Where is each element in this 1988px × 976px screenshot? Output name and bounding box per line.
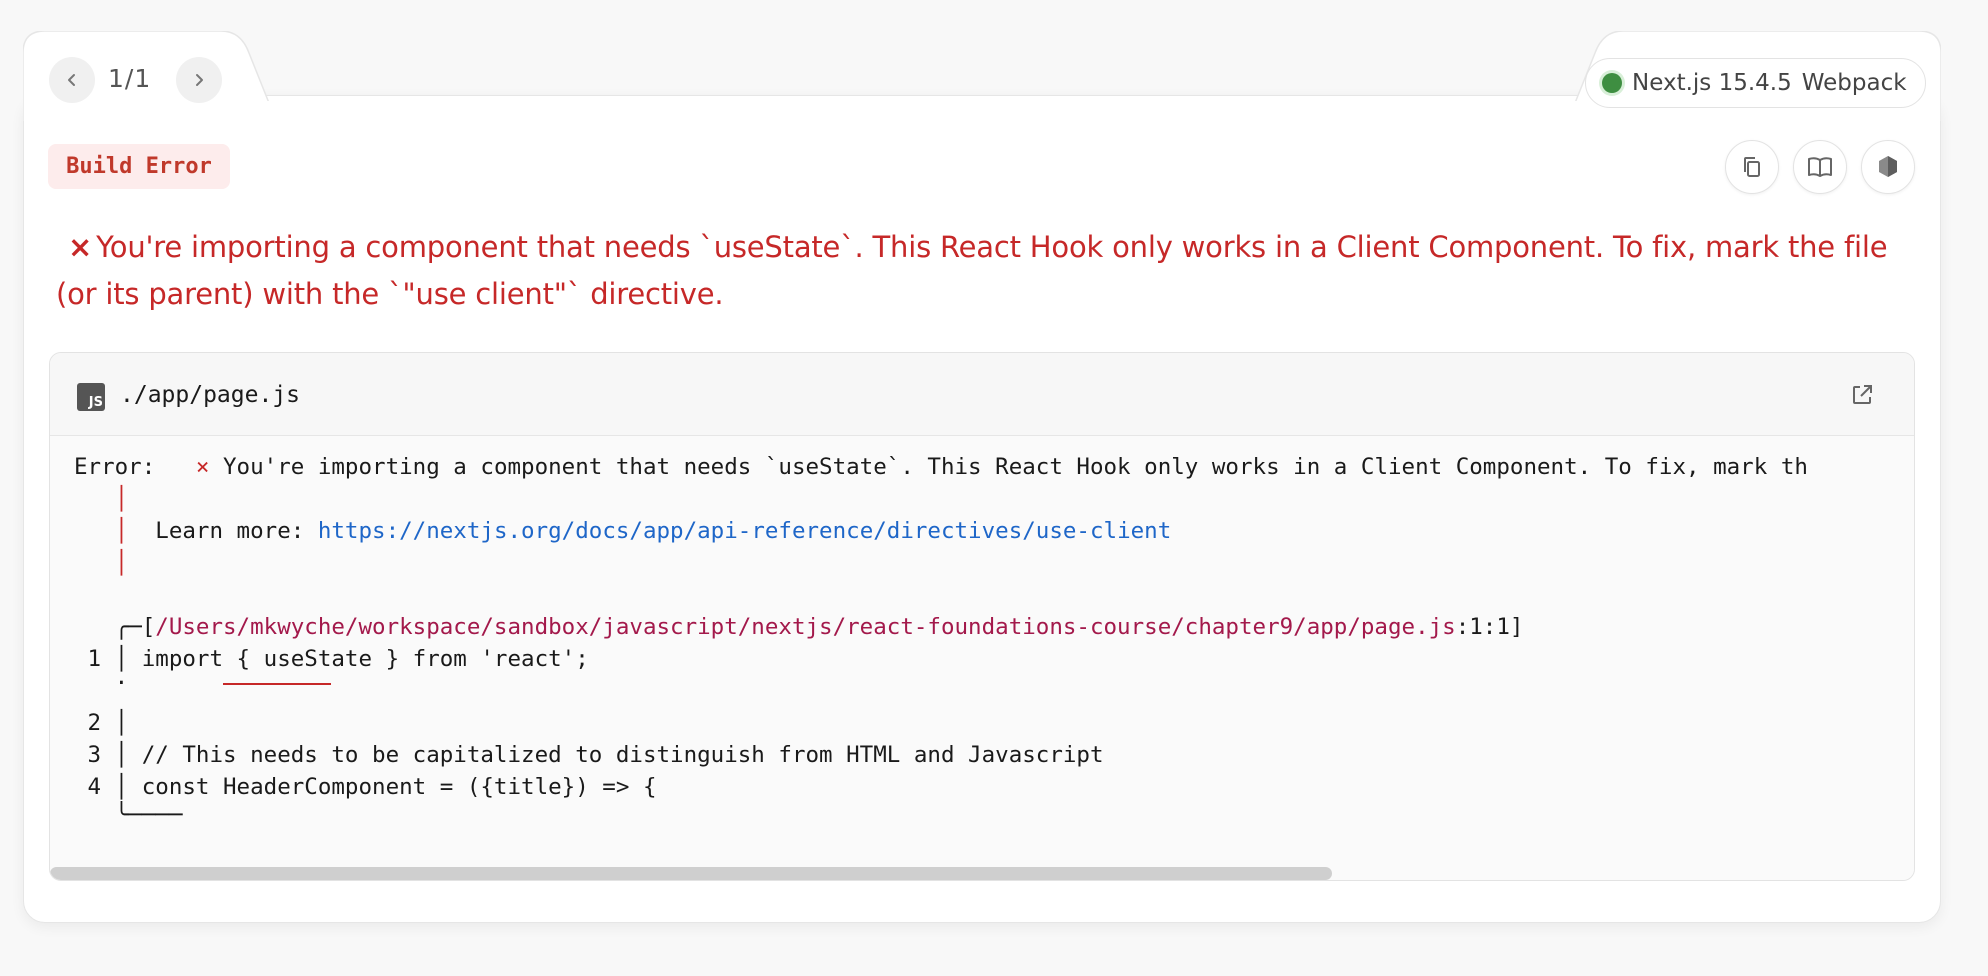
error-x-icon: × (68, 230, 93, 264)
error-underline (223, 667, 332, 685)
error-output-text: You're importing a component that needs … (223, 454, 1808, 480)
code-frame-header: JS ./app/page.js (50, 353, 1914, 436)
code-body: Error: × You're importing a component th… (50, 437, 1914, 862)
docs-button[interactable] (1793, 140, 1847, 194)
learn-more-link[interactable]: https://nextjs.org/docs/app/api-referenc… (318, 518, 1171, 544)
gutter-bar: │ (74, 486, 129, 512)
location-position: :1:1] (1455, 614, 1524, 640)
gutter-bar: │ (74, 550, 129, 576)
learn-more-line: │ Learn more: https://nextjs.org/docs/ap… (74, 518, 1172, 544)
copy-error-button[interactable] (1725, 140, 1779, 194)
code-line-2: 2 │ (87, 710, 142, 736)
error-indicator-line: · (74, 667, 332, 699)
js-file-icon: JS (77, 383, 105, 411)
error-type-badge: Build Error (48, 144, 230, 189)
learn-more-label: Learn more: (155, 518, 318, 544)
error-message-text: You're importing a component that needs … (56, 230, 1888, 311)
file-path: ./app/page.js (120, 382, 301, 408)
previous-error-button[interactable] (49, 57, 95, 103)
error-prefix: Error: (74, 454, 156, 480)
book-icon (1808, 157, 1832, 177)
copy-icon (1744, 157, 1760, 177)
frame-bottom: ╰──── (74, 802, 183, 828)
location-path[interactable]: /Users/mkwyche/workspace/sandbox/javascr… (155, 614, 1455, 640)
scrollbar-thumb[interactable] (50, 867, 1332, 880)
line-number: 4 (87, 774, 102, 800)
open-in-editor-icon[interactable] (1848, 381, 1876, 409)
node-inspector-button[interactable] (1861, 140, 1915, 194)
version-label: Next.js 15.4.5 (1632, 70, 1792, 96)
version-badge[interactable]: Next.js 15.4.5 Webpack (1585, 58, 1926, 108)
next-error-button[interactable] (176, 57, 222, 103)
line-code: // This needs to be capitalized to disti… (141, 742, 1104, 768)
error-pager: 1/1 (108, 64, 152, 93)
chevron-left-icon (68, 74, 75, 86)
code-frame: JS ./app/page.js Error: × You're importi… (49, 352, 1915, 881)
error-mark: × (195, 454, 210, 480)
line-number: 2 (87, 710, 102, 736)
code-line-3: 3 │ // This needs to be capitalized to d… (87, 742, 1104, 768)
location-line: ╭─[/Users/mkwyche/workspace/sandbox/java… (74, 614, 1524, 640)
status-dot-icon (1602, 73, 1622, 93)
line-number: 3 (87, 742, 102, 768)
error-message: × You're importing a component that needs… (56, 224, 1906, 318)
error-output-line: Error: × You're importing a component th… (74, 451, 1808, 483)
bundler-label: Webpack (1801, 70, 1907, 96)
horizontal-scrollbar[interactable] (50, 866, 1914, 880)
hexagon-icon (1879, 156, 1897, 177)
chevron-right-icon (196, 74, 203, 86)
line-code: const HeaderComponent = ({title}) => { (141, 774, 657, 800)
